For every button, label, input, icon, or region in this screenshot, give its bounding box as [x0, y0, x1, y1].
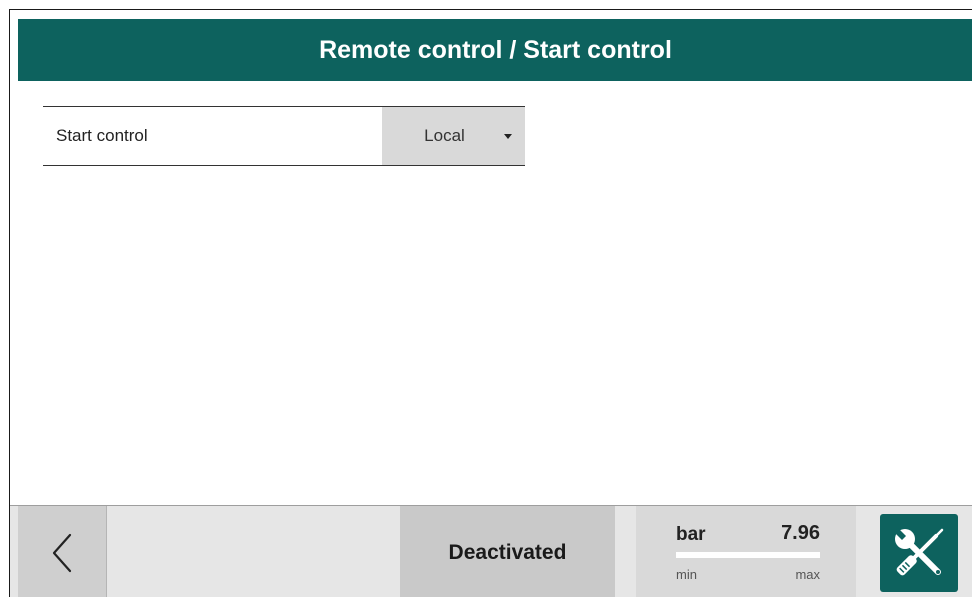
start-control-select[interactable]: Local [382, 107, 525, 165]
page-title: Remote control / Start control [319, 35, 672, 64]
start-control-selected-value: Local [424, 126, 465, 145]
bottom-bar: Deactivated bar 7.96 min max [10, 505, 972, 597]
chevron-left-icon [52, 533, 72, 572]
pressure-gauge: bar 7.96 min max [636, 506, 856, 597]
caret-down-icon [504, 134, 512, 139]
tools-button[interactable] [880, 514, 958, 592]
wrench-screwdriver-icon [894, 528, 944, 576]
start-control-row: Start control Local [43, 106, 525, 166]
pressure-bar-fill [676, 552, 820, 558]
status-text: Deactivated [448, 540, 567, 564]
status-indicator: Deactivated [400, 506, 615, 597]
pressure-unit: bar [676, 524, 706, 545]
pressure-min-label: min [676, 567, 697, 582]
pressure-value: 7.96 [781, 522, 820, 544]
back-button[interactable] [18, 506, 107, 597]
page-title-bar: Remote control / Start control [18, 19, 972, 81]
screen: Remote control / Start control Start con… [9, 9, 972, 597]
start-control-label: Start control [56, 126, 148, 145]
pressure-max-label: max [795, 567, 820, 582]
pressure-bar-track [676, 552, 820, 558]
